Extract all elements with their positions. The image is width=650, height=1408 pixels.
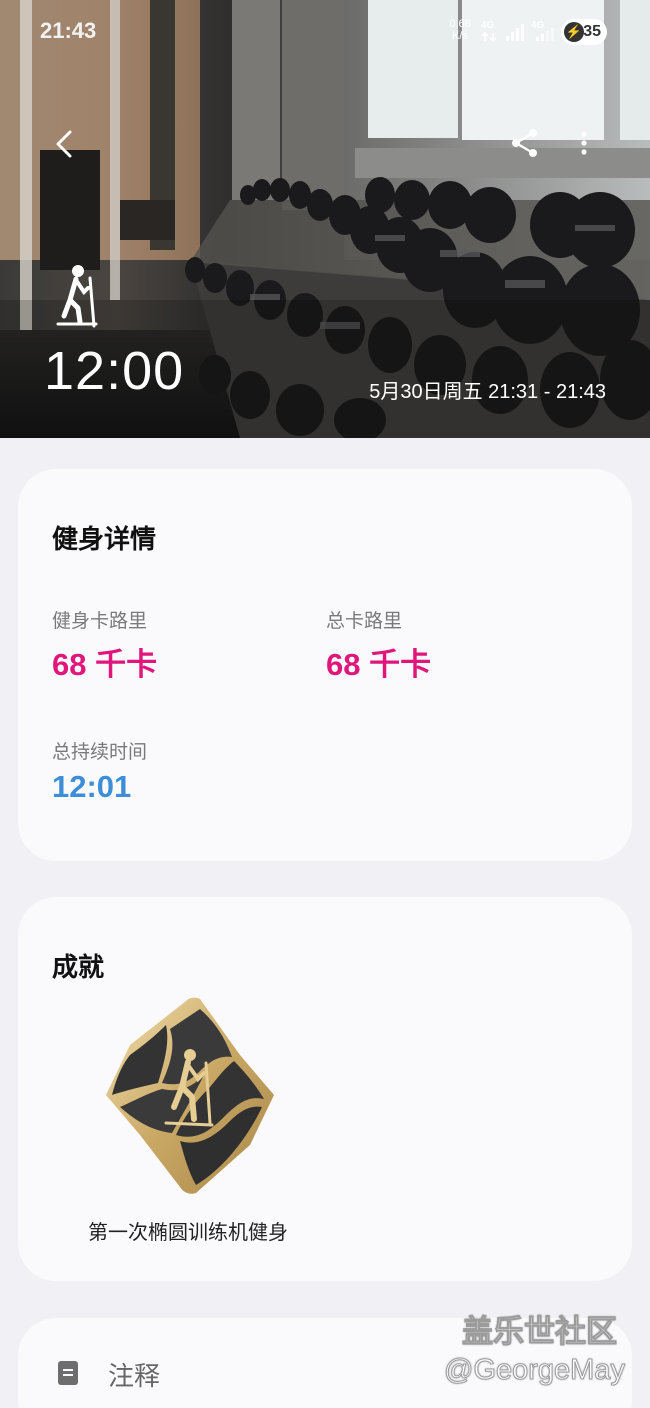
badge-name: 第一次椭圆训练机健身 bbox=[88, 1220, 288, 1244]
achievements-card: 成就 第一次椭圆训练机健身 bbox=[18, 897, 632, 1281]
notes-label: 注释 bbox=[108, 1362, 161, 1392]
workout-details-card: 健身详情 健身卡路里 68 千卡 总卡路里 68 千卡 总持续时间 12:01 bbox=[18, 469, 632, 861]
total-duration-value: 12:01 bbox=[52, 769, 132, 804]
details-title: 健身详情 bbox=[52, 525, 157, 555]
data-arrows-icon bbox=[481, 32, 497, 42]
status-time: 21:43 bbox=[40, 18, 97, 43]
share-icon bbox=[512, 129, 537, 157]
workout-calories-label: 健身卡路里 bbox=[52, 610, 148, 632]
total-duration-label: 总持续时间 bbox=[52, 741, 148, 763]
back-button[interactable] bbox=[48, 124, 82, 164]
watermark-user: @GeorgeMay bbox=[444, 1354, 626, 1387]
signal-bars-icon bbox=[506, 24, 524, 41]
elliptical-badge-icon[interactable] bbox=[100, 995, 278, 1197]
workout-calories-value: 68 千卡 bbox=[52, 647, 158, 682]
signal-label-1: 4G bbox=[481, 20, 495, 31]
watermark-site: 盖乐世社区 bbox=[462, 1314, 618, 1351]
total-calories-value: 68 千卡 bbox=[326, 647, 432, 682]
battery-indicator: ⚡ 35 bbox=[561, 19, 607, 45]
achievements-title: 成就 bbox=[52, 953, 105, 983]
network-speed-unit: K/s bbox=[452, 30, 468, 42]
more-vertical-icon bbox=[581, 131, 587, 155]
signal-bars-2-icon bbox=[536, 28, 554, 41]
network-speed-value: 0.68 bbox=[449, 18, 471, 30]
elliptical-walker-icon bbox=[56, 265, 98, 328]
chevron-left-icon bbox=[56, 130, 72, 158]
more-options-button[interactable] bbox=[572, 126, 596, 160]
status-bar: 21:43 0.68 K/s 4G 4G ⚡ 35 bbox=[0, 0, 650, 64]
share-button[interactable] bbox=[508, 126, 542, 160]
battery-level: 35 bbox=[583, 23, 601, 40]
charging-bolt-icon: ⚡ bbox=[564, 22, 584, 42]
workout-date-range: 5月30日周五 21:31 - 21:43 bbox=[369, 381, 606, 403]
network-speed: 0.68 K/s bbox=[446, 18, 474, 42]
workout-duration: 12:00 bbox=[44, 341, 185, 401]
note-icon bbox=[58, 1361, 78, 1385]
hero-banner: 21:43 0.68 K/s 4G 4G ⚡ 35 12:00 5月30日周五 … bbox=[0, 0, 650, 438]
total-calories-label: 总卡路里 bbox=[326, 610, 403, 632]
